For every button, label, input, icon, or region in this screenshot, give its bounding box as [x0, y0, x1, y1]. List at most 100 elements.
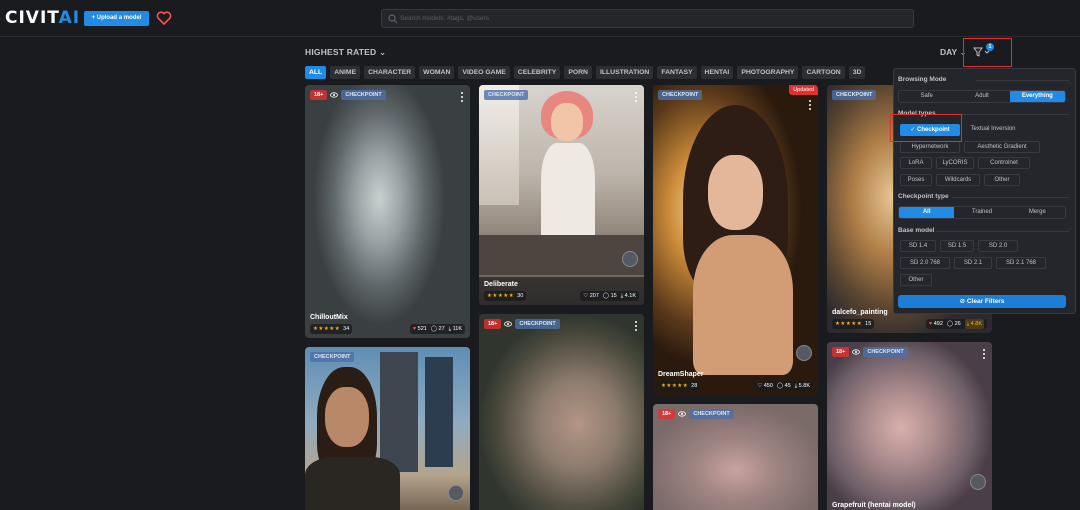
tag-photography[interactable]: PHOTOGRAPHY [737, 66, 799, 79]
eye-icon[interactable] [504, 319, 513, 329]
tag-anime[interactable]: ANIME [330, 66, 361, 79]
model-card-dreamshaper[interactable]: CHECKPOINT Updated DreamShaper ★★★★★ 28 ♡… [653, 85, 818, 395]
star-rating-icon: ★★★★★ [313, 326, 341, 332]
rating-count: 30 [517, 293, 524, 299]
heart-icon[interactable] [156, 10, 172, 26]
divider [976, 80, 1069, 81]
more-options-icon[interactable] [982, 348, 986, 360]
base-model-sd-2-1-768[interactable]: SD 2.1 768 [996, 257, 1046, 269]
base-model-sd-2-1[interactable]: SD 2.1 [954, 257, 992, 269]
tag-all[interactable]: ALL [305, 66, 327, 79]
likes-count: 492 [933, 321, 943, 327]
star-rating-icon: ★★★★★ [835, 321, 863, 327]
search-input[interactable] [400, 11, 900, 26]
upload-model-button[interactable]: + Upload a model [84, 11, 149, 26]
model-title: ChilloutMix [310, 314, 348, 321]
countertop [479, 235, 644, 275]
tag-celebrity[interactable]: CELEBRITY [513, 66, 561, 79]
checkpoint-type-trained[interactable]: Trained [954, 207, 1009, 218]
model-type-textual-inversion[interactable]: Textual Inversion [964, 124, 1022, 136]
likes-count: 521 [417, 326, 427, 332]
period-label: DAY [940, 47, 958, 57]
more-options-icon[interactable] [634, 91, 638, 103]
creator-avatar[interactable] [448, 485, 464, 501]
model-preview-blurred [653, 404, 818, 510]
model-card-deliberate[interactable]: CHECKPOINT Deliberate ★★★★★ 30 ♡ 207 ◯ 15… [479, 85, 644, 305]
civitai-logo[interactable]: CIVITAI [5, 8, 79, 28]
model-type-controlnet[interactable]: Controlnet [978, 157, 1030, 169]
tag-fantasy[interactable]: FANTASY [657, 66, 697, 79]
model-preview-blurred [305, 85, 470, 338]
tag-porn[interactable]: PORN [564, 66, 592, 79]
comment-icon: ◯ [946, 321, 954, 327]
tag-hentai[interactable]: HENTAI [700, 66, 734, 79]
sort-dropdown[interactable]: HIGHEST RATED ⌄ [305, 47, 386, 58]
comments-count: 26 [954, 321, 961, 327]
base-model-sd-1-5[interactable]: SD 1.5 [940, 240, 974, 252]
heart-icon: ♥ [412, 326, 417, 332]
more-options-icon[interactable] [808, 99, 812, 111]
model-type-lycoris[interactable]: LyCORIS [936, 157, 974, 169]
model-type-hypernetwork[interactable]: Hypernetwork [900, 141, 960, 153]
browsing-mode-safe[interactable]: Safe [899, 91, 954, 102]
tag-video-game[interactable]: VIDEO GAME [458, 66, 510, 79]
base-model-sd-2-0-768[interactable]: SD 2.0 768 [900, 257, 950, 269]
model-type-aesthetic-gradient[interactable]: Aesthetic Gradient [964, 141, 1040, 153]
category-tags: ALL ANIME CHARACTER WOMAN VIDEO GAME CEL… [305, 66, 866, 79]
rating-pill: ★★★★★ 15 [832, 319, 875, 329]
model-type-wildcards[interactable]: Wildcards [936, 174, 980, 186]
model-title: DreamShaper [658, 371, 704, 378]
creator-avatar[interactable] [796, 345, 812, 361]
creator-avatar[interactable] [622, 251, 638, 267]
model-type-other[interactable]: Other [984, 174, 1020, 186]
likes-stat: ♡ 450 [757, 381, 773, 391]
eye-icon[interactable] [852, 347, 861, 357]
model-preview-image [653, 85, 818, 395]
checkpoint-type-all[interactable]: All [899, 207, 955, 218]
downloads-count: 11K [452, 326, 462, 332]
model-card-blurred-2[interactable]: 18+ CHECKPOINT [653, 404, 818, 510]
divider [936, 231, 1069, 232]
download-icon: ⤓ [620, 293, 624, 299]
creator-avatar[interactable] [970, 474, 986, 490]
tag-illustration[interactable]: ILLUSTRATION [595, 66, 654, 79]
search-icon [388, 14, 398, 24]
tag-3d[interactable]: 3D [848, 66, 866, 79]
clear-filters-button[interactable]: ⊘ Clear Filters [898, 295, 1066, 308]
downloads-count: 4.8K [970, 321, 982, 327]
browsing-mode-everything[interactable]: Everything [1009, 91, 1065, 102]
figure-face [708, 155, 763, 230]
model-preview-blurred [479, 314, 644, 510]
highlight-box-checkpoint [890, 114, 962, 142]
model-card-grapefruit[interactable]: 18+ CHECKPOINT Grapefruit (hentai model) [827, 342, 992, 510]
search-bar[interactable] [381, 9, 914, 28]
eye-icon[interactable] [678, 409, 687, 419]
tag-woman[interactable]: WOMAN [419, 66, 455, 79]
more-options-icon[interactable] [460, 91, 464, 103]
comments-count: 27 [438, 326, 445, 332]
rating-pill: ★★★★★ 28 [658, 381, 701, 391]
model-card-portrait[interactable]: CHECKPOINT [305, 347, 470, 510]
model-type-poses[interactable]: Poses [900, 174, 932, 186]
type-badge: CHECKPOINT [689, 409, 734, 419]
model-type-lora[interactable]: LoRA [900, 157, 932, 169]
stats-pill: ♡ 450 ◯ 45 ⤓ 5.8K [754, 381, 813, 391]
base-model-sd-2-0[interactable]: SD 2.0 [978, 240, 1018, 252]
logo-accent: AI [58, 8, 81, 28]
checkpoint-type-merge[interactable]: Merge [1010, 207, 1065, 218]
more-options-icon[interactable] [634, 320, 638, 332]
tag-character[interactable]: CHARACTER [364, 66, 416, 79]
model-card-blurred-1[interactable]: 18+ CHECKPOINT [479, 314, 644, 510]
model-card-chilloutmix[interactable]: 18+ CHECKPOINT ChilloutMix ★★★★★ 34 ♥ 521… [305, 85, 470, 338]
base-model-sd-1-4[interactable]: SD 1.4 [900, 240, 936, 252]
model-preview-image [479, 85, 644, 305]
eye-icon[interactable] [330, 90, 339, 100]
download-icon: ⤓ [794, 383, 798, 389]
heart-icon: ♥ [928, 321, 933, 327]
type-badge: CHECKPOINT [310, 352, 355, 362]
rating-pill: ★★★★★ 34 [310, 324, 353, 334]
model-title: Grapefruit (hentai model) [832, 502, 916, 509]
tag-cartoon[interactable]: CARTOON [802, 66, 845, 79]
browsing-mode-adult[interactable]: Adult [954, 91, 1009, 102]
base-model-other[interactable]: Other [900, 274, 932, 286]
